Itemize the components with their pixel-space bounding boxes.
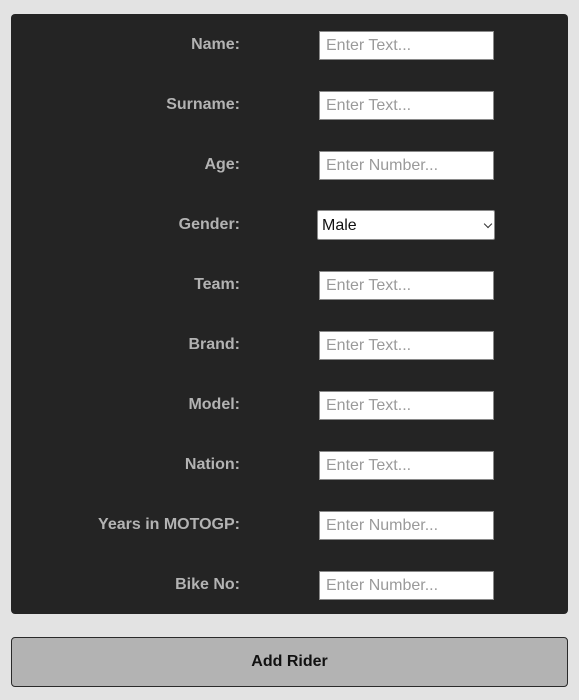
- gender-select-wrapper: Male: [11, 210, 568, 240]
- nation-input[interactable]: [319, 451, 494, 480]
- form-row-name: Name:: [11, 30, 568, 60]
- nation-label: Nation:: [184, 456, 240, 473]
- form-row-model: Model:: [11, 390, 568, 420]
- model-input[interactable]: [319, 391, 494, 420]
- bike-no-input[interactable]: [319, 571, 494, 600]
- name-label: Name:: [191, 36, 240, 53]
- model-label: Model:: [188, 396, 240, 413]
- add-rider-button[interactable]: Add Rider: [11, 637, 568, 687]
- form-row-team: Team:: [11, 270, 568, 300]
- gender-select[interactable]: Male: [317, 210, 495, 240]
- form-row-nation: Nation:: [11, 450, 568, 480]
- bike-no-label: Bike No:: [175, 576, 240, 593]
- team-label: Team:: [194, 276, 240, 293]
- surname-input[interactable]: [319, 91, 494, 120]
- form-row-brand: Brand:: [11, 330, 568, 360]
- form-row-bike-no: Bike No:: [11, 570, 568, 600]
- age-input[interactable]: [319, 151, 494, 180]
- form-row-years: Years in MOTOGP:: [11, 510, 568, 540]
- years-in-motogp-input[interactable]: [319, 511, 494, 540]
- form-row-gender: Gender: Male: [11, 210, 568, 240]
- team-input[interactable]: [319, 271, 494, 300]
- name-input[interactable]: [319, 31, 494, 60]
- years-in-motogp-label: Years in MOTOGP:: [98, 516, 240, 533]
- age-label: Age:: [204, 156, 240, 173]
- brand-input[interactable]: [319, 331, 494, 360]
- surname-label: Surname:: [166, 96, 240, 113]
- form-row-surname: Surname:: [11, 90, 568, 120]
- form-row-age: Age:: [11, 150, 568, 180]
- rider-form-panel: Name: Surname: Age: Gender: Male Team: B…: [11, 14, 568, 614]
- brand-label: Brand:: [188, 336, 240, 353]
